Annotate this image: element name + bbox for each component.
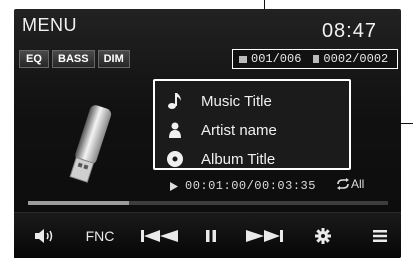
folder-icon bbox=[239, 55, 247, 63]
album-title: Album Title bbox=[201, 150, 276, 168]
control-bar: FNC bbox=[14, 212, 401, 258]
gear-icon bbox=[315, 228, 331, 244]
eq-button[interactable]: EQ bbox=[19, 50, 49, 68]
artist-name: Artist name bbox=[201, 121, 277, 139]
repeat-label: All bbox=[351, 177, 365, 191]
clock: 08:47 bbox=[321, 20, 377, 42]
repeat-icon bbox=[337, 178, 349, 190]
dim-button[interactable]: DIM bbox=[97, 50, 130, 68]
disc-icon bbox=[165, 149, 185, 169]
person-icon bbox=[165, 120, 185, 140]
skip-back-icon bbox=[141, 230, 178, 242]
menu-button[interactable]: MENU bbox=[22, 15, 77, 36]
elapsed-total-time: 00:01:00/00:03:35 bbox=[185, 179, 316, 193]
album-row: Album Title bbox=[165, 146, 275, 172]
bass-button[interactable]: BASS bbox=[52, 50, 95, 68]
play-status-icon bbox=[170, 181, 178, 191]
folder-count: 001/006 bbox=[251, 52, 302, 66]
artist-row: Artist name bbox=[165, 117, 277, 143]
sound-button-row: EQ BASS DIM bbox=[19, 50, 130, 68]
head-unit-screen: MENU 08:47 EQ BASS DIM 001/006 0002/0002 bbox=[14, 9, 401, 258]
file-icon bbox=[313, 55, 320, 63]
track-title: Music Title bbox=[201, 92, 272, 110]
track-counter: 001/006 0002/0002 bbox=[232, 49, 398, 69]
music-note-icon bbox=[165, 91, 185, 111]
hamburger-menu-icon bbox=[373, 230, 387, 242]
pause-icon bbox=[206, 230, 216, 242]
skip-forward-icon bbox=[246, 230, 283, 242]
previous-track-button[interactable] bbox=[138, 223, 182, 249]
usb-drive-icon bbox=[69, 105, 112, 183]
progress-bar[interactable] bbox=[28, 201, 388, 205]
repeat-mode[interactable]: All bbox=[336, 177, 364, 191]
volume-button[interactable] bbox=[28, 223, 62, 249]
callout-line-top bbox=[264, 0, 265, 9]
title-row: Music Title bbox=[165, 88, 272, 114]
track-info-panel: Music Title Artist name Album Title bbox=[153, 79, 351, 170]
playback-time: 00:01:00/00:03:35 bbox=[169, 179, 316, 193]
settings-button[interactable] bbox=[310, 223, 336, 249]
list-menu-button[interactable] bbox=[368, 223, 392, 249]
progress-fill bbox=[28, 201, 129, 205]
next-track-button[interactable] bbox=[242, 223, 286, 249]
pause-button[interactable] bbox=[200, 223, 222, 249]
speaker-icon bbox=[35, 229, 53, 243]
fnc-button[interactable]: FNC bbox=[82, 223, 118, 249]
track-count: 0002/0002 bbox=[323, 52, 389, 66]
